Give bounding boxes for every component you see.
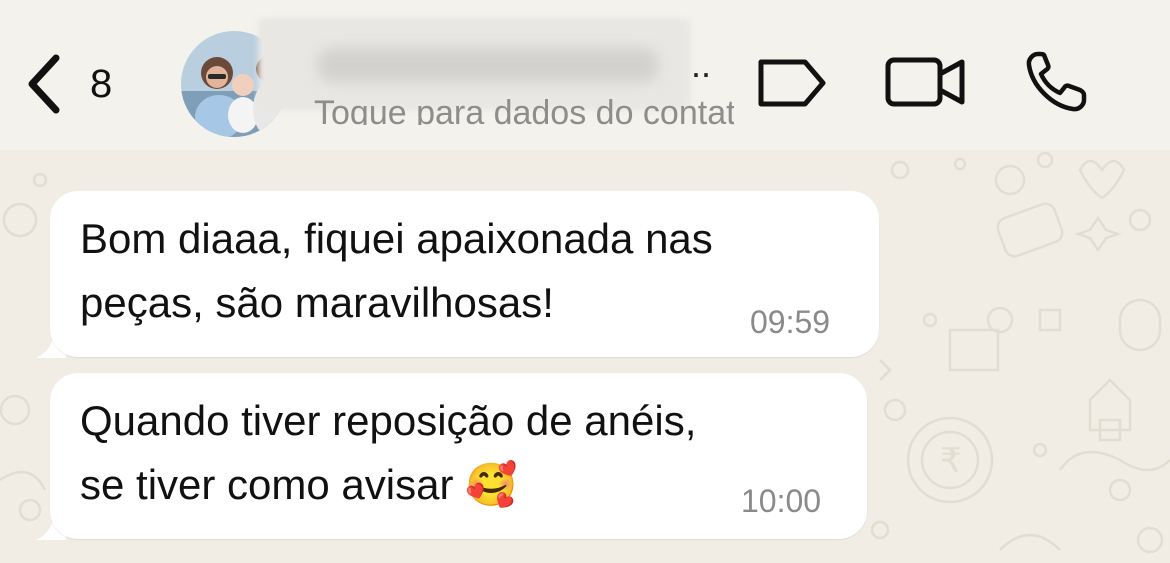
- phone-icon[interactable]: [1024, 50, 1088, 114]
- chevron-left-icon: [28, 54, 60, 114]
- message-text: Bom diaaa, fiquei apaixonada nas peças, …: [80, 215, 713, 326]
- message-bubble[interactable]: Quando tiver reposição de anéis, se tive…: [50, 373, 867, 539]
- name-ellipsis: ··: [690, 52, 712, 93]
- chat-header: 8 ·· Toque para dados do contato: [0, 0, 1170, 150]
- message-time: 09:59: [750, 304, 831, 340]
- message-bubble[interactable]: Bom diaaa, fiquei apaixonada nas peças, …: [50, 191, 879, 357]
- rupee-doodle: ₹: [940, 441, 962, 481]
- unread-count: 8: [90, 62, 113, 106]
- message-text: Quando tiver reposição de anéis, se tive…: [80, 397, 697, 508]
- message-time: 10:00: [741, 483, 822, 519]
- contact-subtitle[interactable]: Toque para dados do contato: [314, 94, 734, 125]
- back-button[interactable]: 8: [26, 52, 136, 116]
- tag-icon[interactable]: [755, 56, 829, 110]
- video-call-icon[interactable]: [884, 56, 966, 108]
